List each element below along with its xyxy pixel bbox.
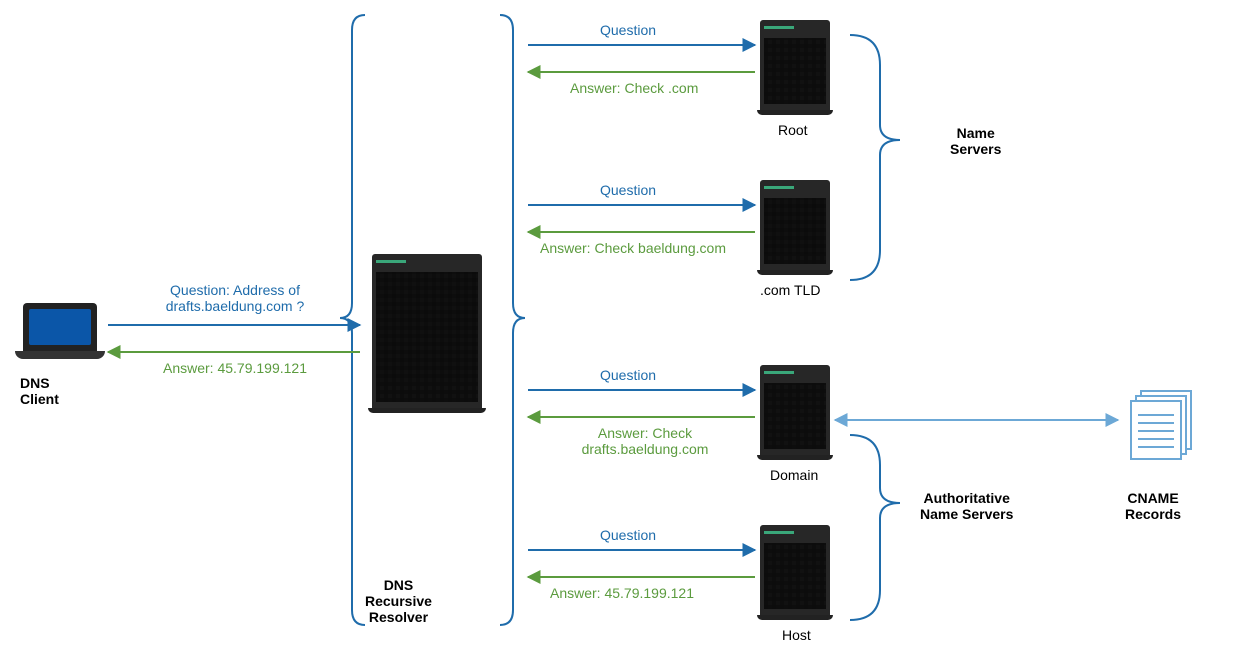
host-server-label: Host [782, 627, 811, 643]
host-server-icon [760, 525, 830, 620]
dns-client-label: DNS Client [20, 375, 59, 407]
client-question-text: Question: Address of drafts.baeldung.com… [130, 282, 340, 314]
host-answer-text: Answer: 45.79.199.121 [550, 585, 694, 601]
cname-records-label: CNAME Records [1125, 490, 1181, 522]
root-server-label: Root [778, 122, 808, 138]
dns-resolver-label: DNS Recursive Resolver [365, 577, 432, 625]
domain-question-text: Question [600, 367, 656, 383]
tld-server-label: .com TLD [760, 282, 820, 298]
name-servers-group-label: Name Servers [950, 125, 1001, 157]
dns-resolver-icon [372, 254, 482, 414]
domain-answer-text: Answer: Check drafts.baeldung.com [560, 425, 730, 457]
authoritative-group-label: Authoritative Name Servers [920, 490, 1013, 522]
root-question-text: Question [600, 22, 656, 38]
dns-client-laptop-icon [15, 303, 105, 363]
root-server-icon [760, 20, 830, 115]
cname-records-icon [1130, 390, 1190, 460]
client-answer-text: Answer: 45.79.199.121 [135, 360, 335, 376]
root-answer-text: Answer: Check .com [570, 80, 698, 96]
host-question-text: Question [600, 527, 656, 543]
tld-question-text: Question [600, 182, 656, 198]
tld-answer-text: Answer: Check baeldung.com [540, 240, 726, 256]
domain-server-label: Domain [770, 467, 818, 483]
domain-server-icon [760, 365, 830, 460]
diagram-arrows [0, 0, 1237, 649]
tld-server-icon [760, 180, 830, 275]
